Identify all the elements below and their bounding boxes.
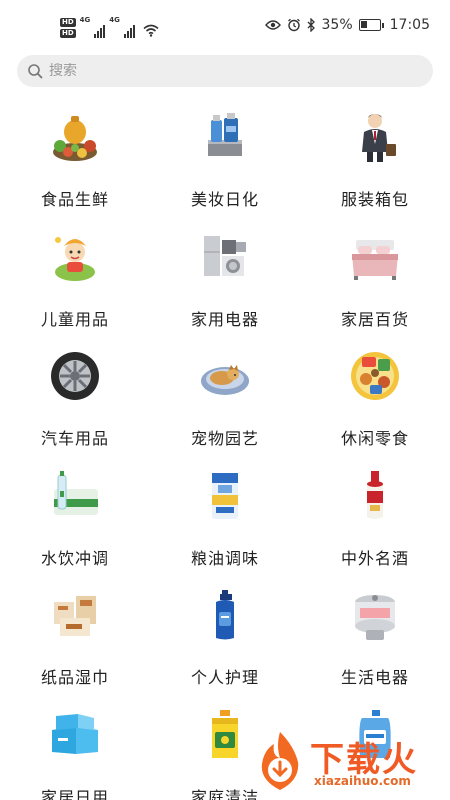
category-item-clothing[interactable]: 服装箱包: [300, 100, 450, 220]
flame-icon: [261, 732, 299, 790]
signal-icon-1: [94, 24, 106, 38]
watermark-logo: 下载火 xiazaihuo.com: [250, 728, 440, 794]
category-item-paper[interactable]: 纸品湿巾: [0, 578, 150, 698]
category-item-personal-care[interactable]: 个人护理: [150, 578, 300, 698]
category-grid: 食品生鲜 美妆日化 服装箱包 儿童用品 家用电器 家居百货 汽车用品 宠物园艺 …: [0, 100, 450, 800]
home-goods-icon: [348, 230, 402, 284]
rice-icon: [198, 469, 252, 523]
category-label: 家庭清洁: [190, 787, 259, 800]
category-label: 家居日用: [40, 787, 109, 800]
category-item-liquor[interactable]: 中外名酒: [300, 459, 450, 579]
category-label: 水饮冲调: [40, 548, 109, 568]
category-label: 美妆日化: [190, 190, 259, 209]
category-label: 个人护理: [190, 668, 259, 687]
search-bar[interactable]: [17, 55, 433, 87]
category-label: 中外名酒: [340, 548, 409, 568]
liquor-icon: [348, 469, 402, 523]
category-label: 服装箱包: [340, 190, 409, 209]
snacks-icon: [348, 349, 402, 403]
category-item-snacks[interactable]: 休闲零食: [300, 339, 450, 459]
clothing-icon: [348, 110, 402, 164]
network-type-1: 4G: [79, 16, 91, 24]
hd-badge-top: HD: [60, 18, 76, 27]
pet-icon: [198, 349, 252, 403]
food-icon: [48, 110, 102, 164]
cooker-icon: [348, 588, 402, 642]
category-label: 汽车用品: [40, 429, 109, 448]
watermark-url: xiazaihuo.com: [314, 774, 411, 788]
battery-icon: [358, 19, 384, 31]
category-label: 粮油调味: [190, 548, 259, 568]
search-icon: [28, 64, 43, 79]
wifi-icon: [143, 24, 159, 37]
status-bar-left: HD HD 4G 4G: [60, 14, 159, 42]
category-item-daily-home[interactable]: 家居日用: [0, 698, 150, 800]
status-bar: HD HD 4G 4G 35% 17:05: [0, 0, 450, 52]
paper-icon: [48, 588, 102, 642]
car-tire-icon: [48, 349, 102, 403]
category-label: 休闲零食: [340, 429, 409, 448]
signal-icon-2: [123, 24, 135, 38]
appliance-icon: [198, 230, 252, 284]
cosmetics-icon: [198, 110, 252, 164]
category-label: 纸品湿巾: [40, 668, 109, 687]
category-label: 儿童用品: [40, 309, 109, 329]
category-item-cosmetics[interactable]: 美妆日化: [150, 100, 300, 220]
category-label: 家用电器: [190, 309, 259, 329]
clock-time: 17:05: [389, 17, 430, 33]
network-type-2: 4G: [109, 16, 120, 24]
category-label: 宠物园艺: [190, 429, 259, 448]
category-item-appliance[interactable]: 家用电器: [150, 220, 300, 340]
eye-icon: [264, 20, 281, 30]
category-item-pet[interactable]: 宠物园艺: [150, 339, 300, 459]
category-item-kids[interactable]: 儿童用品: [0, 220, 150, 340]
status-bar-right: 35% 17:05: [264, 17, 430, 33]
category-item-food[interactable]: 食品生鲜: [0, 100, 150, 220]
storage-box-icon: [48, 708, 102, 762]
detergent-icon: [198, 708, 252, 762]
category-item-car[interactable]: 汽车用品: [0, 339, 150, 459]
kids-icon: [48, 230, 102, 284]
water-icon: [48, 469, 102, 523]
category-label: 生活电器: [340, 668, 409, 687]
category-item-rice[interactable]: 粮油调味: [150, 459, 300, 579]
bluetooth-icon: [307, 18, 315, 32]
category-item-small-appliance[interactable]: 生活电器: [300, 578, 450, 698]
category-item-home-goods[interactable]: 家居百货: [300, 220, 450, 340]
category-item-water[interactable]: 水饮冲调: [0, 459, 150, 579]
category-label: 食品生鲜: [40, 190, 109, 209]
shampoo-icon: [198, 588, 252, 642]
battery-percent: 35%: [321, 17, 353, 33]
alarm-icon: [287, 18, 300, 32]
search-input[interactable]: [49, 63, 409, 79]
hd-badge-bottom: HD: [60, 29, 76, 38]
category-label: 家居百货: [340, 309, 409, 329]
